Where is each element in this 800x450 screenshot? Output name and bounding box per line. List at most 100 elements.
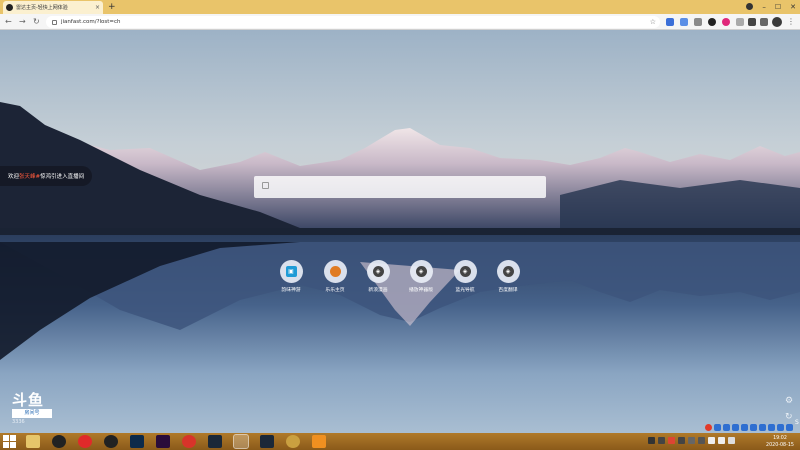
extension-icon[interactable] — [722, 18, 730, 26]
search-input[interactable] — [274, 179, 538, 195]
lock-icon — [52, 19, 57, 25]
ime-settings-icon[interactable] — [759, 424, 766, 431]
ime-tools-icon[interactable] — [768, 424, 775, 431]
compass-icon: ◈ — [372, 266, 384, 277]
menu-icon[interactable]: ⋮ — [787, 16, 795, 28]
search-box[interactable] — [254, 176, 546, 198]
chrome-icon[interactable] — [233, 434, 249, 449]
favicon-icon — [6, 4, 13, 11]
douyu-logo: 斗鱼 — [12, 391, 45, 409]
tray-icon[interactable] — [678, 437, 685, 444]
steam-icon[interactable] — [260, 435, 274, 448]
input-language-icon[interactable] — [728, 437, 735, 444]
windows-start-button[interactable] — [3, 435, 16, 448]
compass-icon: ◈ — [459, 266, 471, 277]
new-tab-button[interactable]: + — [108, 2, 116, 12]
tab-close-icon[interactable]: × — [95, 4, 100, 11]
address-bar[interactable]: jianfast.com/?lost=ch ☆ — [46, 16, 660, 28]
quick-link-circle[interactable]: ◈ — [409, 260, 433, 283]
forward-button[interactable]: → — [19, 16, 26, 28]
volume-icon[interactable] — [718, 437, 725, 444]
settings-gear-icon[interactable]: ⚙ — [785, 396, 793, 406]
tmall-icon[interactable] — [182, 435, 196, 448]
quick-link-label: 乐乐主页 — [325, 288, 345, 293]
record-icon[interactable] — [746, 3, 754, 10]
tab-title: 雷达主页-轻快上网体验 — [16, 5, 68, 11]
ime-more-icon[interactable] — [777, 424, 784, 431]
tray-icon[interactable] — [698, 437, 705, 444]
ime-keyboard-icon[interactable] — [741, 424, 748, 431]
extension-icon[interactable] — [748, 18, 756, 26]
premiere-icon[interactable] — [156, 435, 170, 448]
browser-tab[interactable]: 雷达主页-轻快上网体验 × — [3, 1, 103, 14]
app-icon[interactable] — [312, 435, 326, 448]
maximize-button[interactable]: ☐ — [775, 1, 781, 13]
compass-icon: ◈ — [415, 266, 427, 277]
ime-skin-icon[interactable] — [750, 424, 757, 431]
netease-music-icon[interactable] — [78, 435, 92, 448]
steam-icon[interactable] — [208, 435, 222, 448]
quick-link-circle[interactable]: ◈ — [453, 260, 477, 283]
photoshop-icon[interactable] — [130, 435, 144, 448]
quick-link-circle[interactable]: ▣ — [279, 260, 303, 283]
tab-bar: 雷达主页-轻快上网体验 × + – ☐ ✕ — [0, 0, 800, 14]
url-text: jianfast.com/?lost=ch — [61, 19, 121, 25]
file-explorer-icon[interactable] — [26, 435, 40, 448]
taskbar-clock[interactable]: 19:02 2020-08-15 — [762, 433, 798, 449]
tray-icon[interactable] — [688, 437, 695, 444]
quick-link[interactable]: 乐乐主页 — [314, 260, 356, 293]
tray-icon[interactable] — [658, 437, 665, 444]
system-tray — [648, 437, 735, 444]
refresh-wallpaper-icon[interactable]: ↻ — [785, 412, 793, 422]
extensions-puzzle-icon[interactable] — [760, 18, 768, 26]
welcome-username: 张天峰# — [19, 174, 41, 180]
quick-link-label: 百度翻译 — [498, 288, 518, 293]
reload-button[interactable]: ↻ — [33, 16, 40, 28]
quick-link-label: 新浪漫画 — [368, 288, 388, 293]
quick-link-circle[interactable] — [323, 260, 347, 283]
tray-icon[interactable] — [648, 437, 655, 444]
extension-icon[interactable] — [736, 18, 744, 26]
quick-link[interactable]: ◈ 蓝光导航 — [444, 260, 486, 293]
quick-link-label: 播放神器版 — [409, 288, 433, 293]
quick-link-circle[interactable]: ◈ — [366, 260, 390, 283]
room-number: 3336 — [12, 419, 25, 425]
owl-app-icon[interactable] — [286, 435, 300, 448]
extension-icon[interactable] — [666, 18, 674, 26]
avatar[interactable] — [772, 17, 782, 27]
clock-date: 2020-08-15 — [766, 443, 794, 448]
quick-link[interactable]: ▣ 韵味神游 — [270, 260, 312, 293]
welcome-suffix: 惊鸿引进入直播间 — [40, 174, 85, 180]
stream-welcome-message: 欢迎 张天峰# 惊鸿引进入直播间 — [0, 166, 93, 186]
compass-icon: ◈ — [502, 266, 514, 277]
quick-link-label: 蓝光导航 — [455, 288, 475, 293]
wifi-icon[interactable] — [708, 437, 715, 444]
ime-menu-icon[interactable] — [786, 424, 793, 431]
bookmark-star-icon[interactable]: ☆ — [650, 16, 656, 28]
bilibili-icon: ▣ — [285, 266, 297, 277]
sogou-ime-icon[interactable] — [705, 424, 712, 431]
clock-time: 19:02 — [773, 436, 787, 441]
qq-icon[interactable] — [52, 435, 66, 448]
ime-mode-icon[interactable] — [714, 424, 721, 431]
extension-icon[interactable] — [680, 18, 688, 26]
page-background — [0, 30, 800, 433]
ime-toolbar — [705, 424, 793, 431]
extension-icon[interactable] — [708, 18, 716, 26]
extension-icon[interactable] — [694, 18, 702, 26]
ime-punct-icon[interactable] — [723, 424, 730, 431]
avatar-initial: S — [795, 419, 799, 426]
tray-icon[interactable] — [668, 437, 675, 444]
ime-mic-icon[interactable] — [732, 424, 739, 431]
minimize-button[interactable]: – — [762, 1, 766, 13]
close-window-button[interactable]: ✕ — [790, 1, 796, 13]
media-player-icon[interactable] — [104, 435, 118, 448]
room-label: 房间号 — [12, 409, 52, 418]
toolbar: ← → ↻ jianfast.com/?lost=ch ☆ ⋮ — [0, 14, 800, 30]
search-engine-icon[interactable] — [262, 182, 269, 189]
quick-link[interactable]: ◈ 播放神器版 — [400, 260, 442, 293]
quick-link[interactable]: ◈ 百度翻译 — [487, 260, 529, 293]
quick-link-circle[interactable]: ◈ — [496, 260, 520, 283]
quick-link[interactable]: ◈ 新浪漫画 — [357, 260, 399, 293]
back-button[interactable]: ← — [5, 16, 12, 28]
